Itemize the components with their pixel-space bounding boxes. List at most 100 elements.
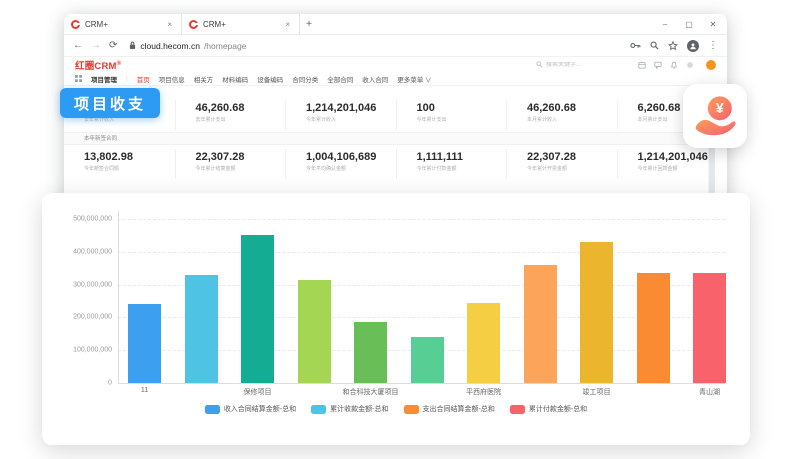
legend-label: 支出合同结算金额-总和: [423, 404, 495, 414]
y-tick-label: 500,000,000: [46, 216, 112, 223]
calendar-icon[interactable]: [638, 61, 646, 69]
legend-label: 累计收款金额-总和: [330, 404, 388, 414]
forward-icon[interactable]: →: [91, 41, 101, 51]
bar[interactable]: [524, 265, 557, 383]
legend-item[interactable]: 累计收款金额-总和: [311, 404, 388, 414]
bar[interactable]: [467, 303, 500, 383]
nav-item[interactable]: 设备编码: [257, 74, 283, 84]
star-icon[interactable]: [668, 41, 678, 51]
stat-cell: 1,004,106,689今年平均确认金额: [285, 149, 396, 179]
browser-tab[interactable]: CRM+ ×: [182, 14, 300, 34]
bar[interactable]: [185, 275, 218, 383]
message-icon[interactable]: [654, 61, 662, 69]
nav-item[interactable]: 相关方: [194, 74, 214, 84]
nav-item[interactable]: 合同分类: [292, 74, 318, 84]
section-title: 本年新签合同: [64, 132, 727, 145]
tab-close-icon[interactable]: ×: [165, 20, 174, 29]
x-category-label: 平西府医院: [466, 387, 501, 397]
key-icon[interactable]: [630, 42, 641, 49]
stat-label: 今年新签合同额: [84, 165, 171, 172]
new-tab-button[interactable]: +: [300, 14, 318, 34]
stat-cell: 46,260.68去年累计支出: [175, 100, 286, 130]
y-tick-label: 200,000,000: [46, 314, 112, 321]
legend-label: 收入合同结算金额-总和: [224, 404, 296, 414]
stats-row-2: 13,802.98今年新签合同额22,307.28今年累计结算金额1,004,1…: [64, 149, 727, 179]
stat-value: 1,111,111: [417, 151, 503, 163]
chart-legend: 收入合同结算金额-总和 累计收款金额-总和 支出合同结算金额-总和 累计付款金额-总和: [42, 404, 750, 414]
stat-cell: 22,307.28今年累计开票金额: [506, 149, 617, 179]
url-field[interactable]: cloud.hecom.cn/homepage: [125, 41, 622, 51]
crm-favicon-icon: [189, 20, 198, 29]
legend-item[interactable]: 支出合同结算金额-总和: [404, 404, 495, 414]
stat-label: 今年累计支出: [417, 116, 503, 123]
legend-item[interactable]: 累计付款金额-总和: [510, 404, 587, 414]
apps-grid-icon[interactable]: [75, 75, 82, 82]
maximize-button[interactable]: ▢: [677, 14, 701, 35]
stat-label: 今年累计付款金额: [417, 165, 503, 172]
stat-label: 今年累计开票金额: [527, 165, 613, 172]
bell-icon[interactable]: [670, 61, 678, 69]
nav-item[interactable]: 收入合同: [362, 74, 388, 84]
bar[interactable]: [693, 273, 726, 383]
y-tick-label: 300,000,000: [46, 281, 112, 288]
bar[interactable]: [354, 322, 387, 383]
stat-value: 46,260.68: [527, 102, 613, 114]
tab-strip: CRM+×CRM+× + – ▢ ✕: [64, 14, 727, 35]
stat-cell: 22,307.28今年累计结算金额: [175, 149, 286, 179]
url-host: cloud.hecom.cn: [140, 41, 200, 51]
stat-label: 去年累计支出: [196, 116, 282, 123]
stat-cell: 1,214,201,046今年累计收入: [285, 100, 396, 130]
nav-item[interactable]: 全部合同: [327, 74, 353, 84]
crm-search[interactable]: [536, 61, 624, 68]
bar[interactable]: [298, 280, 331, 383]
nav-item[interactable]: 项目信息: [159, 74, 185, 84]
chart-card: 500,000,000 400,000,000 300,000,000 200,000…: [42, 193, 750, 445]
crm-logo: 红圈CRM®: [75, 58, 121, 72]
stat-value: 1,004,106,689: [306, 151, 392, 163]
legend-item[interactable]: 收入合同结算金额-总和: [205, 404, 296, 414]
nav-item[interactable]: 材料编码: [222, 74, 248, 84]
chrome-menu-icon[interactable]: ⋮: [708, 41, 718, 51]
bar[interactable]: [411, 337, 444, 383]
stat-value: 100: [417, 102, 503, 114]
search-input[interactable]: [546, 62, 624, 68]
x-category-label: 保修项目: [244, 387, 272, 397]
stat-cell: 13,802.98今年新签合同额: [64, 149, 175, 179]
stats-row-1: 23,820.79去年累计收入46,260.68去年累计支出1,214,201,…: [64, 100, 727, 130]
project-income-expense-badge[interactable]: 项目收支: [60, 88, 160, 118]
y-axis-line: [118, 211, 119, 383]
x-axis-line: [118, 383, 725, 384]
legend-swatch: [404, 405, 419, 414]
minimize-button[interactable]: –: [653, 14, 677, 35]
profile-avatar-icon[interactable]: [687, 40, 699, 52]
x-category-label: 和合科技大厦项目: [343, 387, 399, 397]
stat-label: 今年累计结算金额: [196, 165, 282, 172]
nav-item-home[interactable]: 首页: [137, 74, 150, 84]
nav-item-primary[interactable]: 项目管理: [91, 74, 117, 84]
gear-icon[interactable]: [686, 61, 694, 69]
zoom-icon[interactable]: [650, 41, 659, 50]
gridline: [118, 252, 725, 253]
search-icon: [536, 61, 543, 68]
back-icon[interactable]: ←: [73, 41, 83, 51]
close-button[interactable]: ✕: [701, 14, 725, 35]
y-tick-label: 400,000,000: [46, 248, 112, 255]
crm-header-icons: [638, 60, 716, 70]
stat-cell: 100 今年累计支出: [396, 100, 507, 130]
browser-tab[interactable]: CRM+×: [64, 14, 182, 34]
nav-divider: |: [126, 75, 128, 82]
tab-title: CRM+: [203, 20, 278, 29]
bar[interactable]: [128, 304, 161, 383]
user-avatar[interactable]: [706, 60, 716, 70]
bar[interactable]: [241, 235, 274, 383]
gridline: [118, 219, 725, 220]
tab-close-icon[interactable]: ×: [283, 20, 292, 29]
stat-cell: 1,111,111 今年累计付款金额: [396, 149, 507, 179]
nav-item-more-menu[interactable]: 更多菜单 ∨: [397, 74, 431, 84]
bar[interactable]: [580, 242, 613, 383]
bar[interactable]: [637, 273, 670, 383]
income-float-button[interactable]: ¥: [683, 84, 747, 148]
lock-icon: [129, 41, 136, 50]
stat-value: 1,214,201,046: [306, 102, 392, 114]
reload-icon[interactable]: ⟳: [109, 41, 117, 51]
